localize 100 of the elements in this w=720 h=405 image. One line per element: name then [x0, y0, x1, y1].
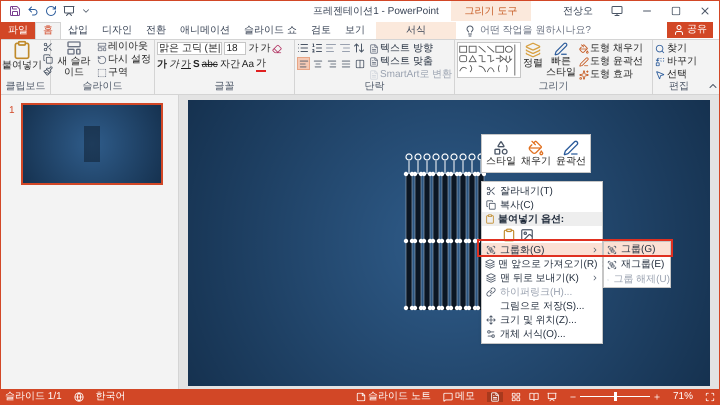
search-field[interactable]: 어떤 작업을 원하시나요?: [480, 23, 610, 38]
menu-item[interactable]: 그림으로 저장(S)...: [482, 299, 602, 313]
line-spacing-icon[interactable]: [353, 42, 365, 54]
menu-icon: [486, 287, 496, 297]
edit-button[interactable]: 바꾸기: [655, 55, 703, 68]
user-name: 전상오: [563, 4, 593, 18]
group-icon: [607, 244, 617, 254]
font-size-field[interactable]: 18: [224, 42, 246, 55]
shrink-font-button[interactable]: 가: [260, 43, 270, 54]
format-icon: [579, 44, 589, 54]
shape-format-button[interactable]: 도형 효과: [579, 68, 643, 81]
ribbon-tab[interactable]: 디자인: [95, 22, 139, 39]
format-button[interactable]: Aa: [242, 59, 254, 71]
ribbon-tab[interactable]: 삽입: [61, 22, 95, 39]
zoom-in-icon[interactable]: [652, 392, 661, 400]
undo-icon[interactable]: [27, 5, 39, 17]
edit-icon: [655, 70, 665, 80]
format-button[interactable]: S: [193, 59, 200, 71]
maximize-icon[interactable]: [671, 6, 681, 16]
mini-toolbar-button[interactable]: 스타일: [486, 140, 516, 168]
arrange-button[interactable]: 정렬: [523, 42, 543, 81]
close-icon[interactable]: [699, 5, 711, 17]
align-button[interactable]: [297, 57, 310, 70]
submenu-item[interactable]: 재그룹(E): [604, 257, 670, 272]
mini-toolbar-button[interactable]: 윤곽선: [556, 140, 586, 168]
edit-button[interactable]: 선택: [655, 68, 703, 81]
group-label: 단락: [364, 81, 384, 93]
shape-format-button[interactable]: 도형 채우기: [579, 42, 643, 55]
format-button[interactable]: 가: [157, 59, 167, 71]
eraser-icon[interactable]: [272, 44, 282, 54]
paragraph-option-button[interactable]: 텍스트 맞춤: [369, 55, 452, 68]
slide-option-button[interactable]: 다시 설정: [97, 53, 151, 66]
shape-format-button[interactable]: 도형 윤곽선: [579, 55, 643, 68]
paste-button[interactable]: 붙여넣기: [2, 40, 42, 81]
spelling-icon[interactable]: [74, 392, 84, 402]
slide-option-button[interactable]: 레이아웃: [97, 40, 151, 53]
zoom-thumb[interactable]: [614, 392, 617, 401]
align-button[interactable]: [353, 57, 366, 70]
redo-icon[interactable]: [45, 5, 57, 17]
slide-option-button[interactable]: 구역: [97, 66, 151, 79]
grow-font-button[interactable]: 가: [248, 43, 258, 54]
menu-item[interactable]: 복사(C): [482, 198, 602, 212]
group-label: 슬라이드: [82, 81, 122, 93]
menu-item[interactable]: 크기 및 위치(Z)...: [482, 313, 602, 327]
window-title: 프레젠테이션1 - PowerPoint: [313, 4, 439, 18]
copy-icon[interactable]: [43, 54, 53, 64]
quick-styles-button[interactable]: 빠른 스타일: [545, 42, 577, 81]
ribbon-tab[interactable]: 슬라이드 쇼: [237, 22, 304, 39]
ribbon-tab[interactable]: 파일: [1, 22, 35, 39]
paragraph-option-button[interactable]: 텍스트 방향: [369, 42, 452, 55]
shapes-gallery-drawing[interactable]: [457, 42, 521, 78]
notes-button[interactable]: 슬라이드 노트: [356, 390, 431, 402]
mini-toolbar-button[interactable]: 채우기: [521, 140, 551, 168]
slide-thumbnail[interactable]: [20, 103, 163, 185]
zoom-level: 71%: [672, 390, 693, 402]
format-icon: [579, 56, 589, 66]
menu-icon: [486, 329, 496, 339]
format-button[interactable]: 가: [256, 58, 266, 72]
reading-view-icon[interactable]: [528, 392, 539, 402]
menu-item[interactable]: 맨 앞으로 가져오기(R): [482, 257, 602, 271]
lightbulb-icon: [464, 24, 476, 36]
edit-icon: [655, 56, 665, 66]
paste-option-icon[interactable]: [502, 228, 516, 242]
slide-sorter-icon[interactable]: [510, 392, 521, 402]
menu-item[interactable]: 맨 뒤로 보내기(K): [482, 271, 602, 285]
paste-picture-icon[interactable]: [520, 228, 534, 242]
cut-icon[interactable]: [43, 42, 53, 52]
new-slide-button[interactable]: 새 슬라이드: [53, 40, 95, 81]
format-painter-icon[interactable]: [43, 66, 53, 76]
format-button[interactable]: 자간: [220, 59, 240, 71]
ribbon-tab[interactable]: 서식: [376, 22, 456, 39]
format-button[interactable]: 가: [169, 59, 179, 71]
tool-icon: [493, 140, 509, 156]
format-icon: [579, 70, 589, 80]
menu-item[interactable]: 개체 서식(O)...: [482, 327, 602, 341]
ribbon-tab[interactable]: 검토: [304, 22, 338, 39]
ribbon-tab[interactable]: 보기: [338, 22, 372, 39]
save-icon[interactable]: [9, 5, 21, 17]
format-button[interactable]: abc: [202, 59, 218, 71]
fit-slide-icon[interactable]: [705, 392, 715, 402]
paste-icon: [485, 214, 495, 224]
ribbon-tab[interactable]: 애니메이션: [173, 22, 237, 39]
numbering-icon[interactable]: [311, 42, 323, 54]
ribbon-display-icon[interactable]: [611, 5, 623, 17]
slideshow-icon[interactable]: [63, 5, 75, 17]
comments-button[interactable]: 메모: [442, 390, 475, 402]
menu-item[interactable]: 잘라내기(T): [482, 184, 602, 198]
format-button[interactable]: 가: [181, 59, 191, 71]
font-name-field[interactable]: 맑은 고딕 (본|: [157, 42, 222, 55]
ribbon-tab[interactable]: 홈: [35, 22, 61, 39]
language[interactable]: 한국어: [96, 390, 126, 402]
slide-number: 1: [9, 104, 15, 118]
menu-icon: [486, 315, 496, 325]
lines-thumbnail-drawing: [84, 126, 100, 162]
text-option-icon: [369, 44, 379, 54]
edit-button[interactable]: 찾기: [655, 42, 703, 55]
share-button[interactable]: 공유: [667, 22, 713, 38]
ribbon-tab[interactable]: 전환: [139, 22, 173, 39]
normal-view-button[interactable]: [486, 392, 503, 402]
slideshow-icon[interactable]: [546, 392, 557, 402]
